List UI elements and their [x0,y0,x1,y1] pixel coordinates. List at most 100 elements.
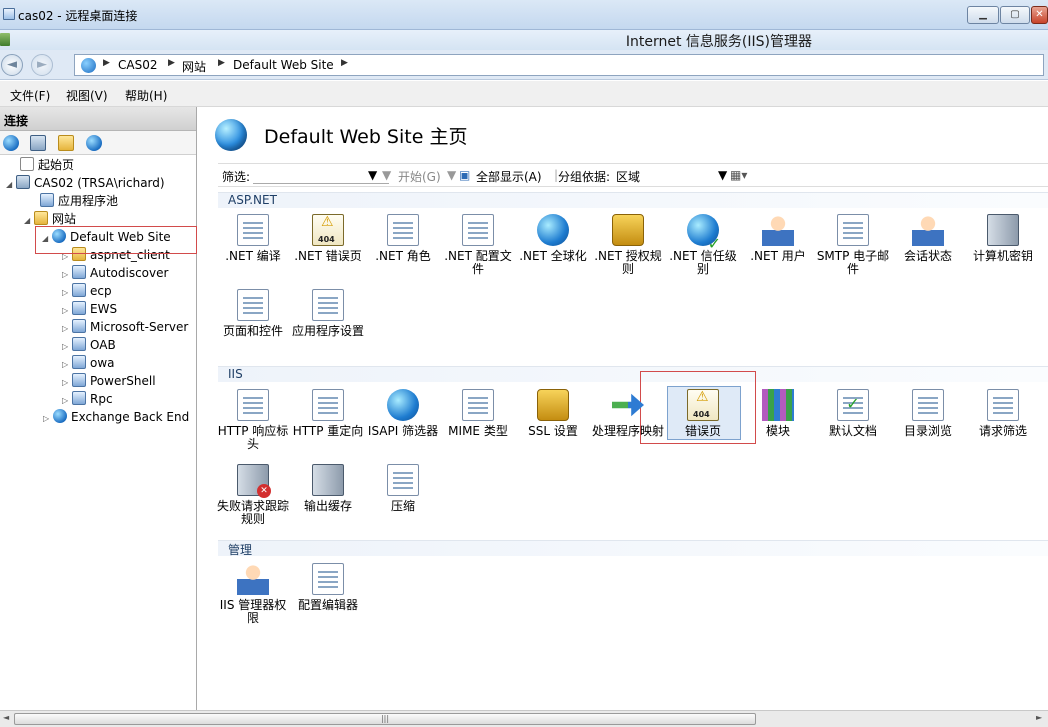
globalization-icon [537,214,569,246]
feature-failed-request-tracing[interactable]: 失败请求跟踪规则 [215,464,291,526]
feature-ssl-settings[interactable]: SSL 设置 [515,389,591,438]
horizontal-scrollbar[interactable]: ◄ ||| ► [0,710,1048,727]
save-icon[interactable] [30,135,46,151]
default-document-icon [837,389,869,421]
tree-item-ecp[interactable]: ▷ ecp [62,282,112,300]
feature-net-roles[interactable]: .NET 角色 [365,214,441,263]
disconnect-icon[interactable] [86,135,102,151]
application-icon [72,319,86,333]
features-pane: Default Web Site 主页 筛选: ▼ ▼ 开始(G) ▼ ▣ 全部… [203,107,1048,710]
feature-mime-types[interactable]: MIME 类型 [440,389,516,438]
feature-application-settings[interactable]: 应用程序设置 [290,289,366,338]
breadcrumb-cas02[interactable]: CAS02 [118,58,157,72]
server-icon [16,175,30,189]
feature-net-profile[interactable]: .NET 配置文件 [440,214,516,276]
feature-session-state[interactable]: 会话状态 [890,214,966,263]
selection-highlight-box [35,226,197,254]
section-management[interactable]: 管理 [218,540,1048,557]
feature-machine-key[interactable]: 计算机密钥 [965,214,1041,263]
manager-users-icon [237,563,269,595]
connect-icon[interactable] [3,135,19,151]
config-editor-icon [312,563,344,595]
tree-item-autodiscover[interactable]: ▷ Autodiscover [62,264,168,282]
breadcrumb-sites[interactable]: 网站 [182,58,206,75]
roles-icon [387,214,419,246]
close-button[interactable]: ✕ [1031,6,1048,24]
feature-directory-browsing[interactable]: 目录浏览 [890,389,966,438]
tree-item-app-pools[interactable]: 应用程序池 [30,192,118,210]
breadcrumb-default-web-site[interactable]: Default Web Site [233,58,334,72]
breadcrumb-separator-icon: ▶ [341,58,348,68]
back-button[interactable]: ◄ [1,54,23,76]
globe-icon [81,58,96,73]
feature-handler-mappings[interactable]: 处理程序映射 [590,389,666,438]
section-aspnet[interactable]: ASP.NET [218,192,1048,208]
start-filter-button[interactable]: 开始(G) [398,168,441,185]
show-all-button[interactable]: 全部显示(A) [476,168,542,185]
feature-http-redirect[interactable]: HTTP 重定向 [290,389,366,438]
scroll-left-icon[interactable]: ◄ [3,713,9,722]
feature-modules[interactable]: 模块 [740,389,816,438]
pages-icon [237,289,269,321]
feature-smtp-email[interactable]: SMTP 电子邮件 [815,214,891,276]
feature-net-users[interactable]: .NET 用户 [740,214,816,263]
menu-help[interactable]: 帮助(H) [125,87,167,104]
settings-list-icon [312,289,344,321]
forward-button[interactable]: ► [31,54,53,76]
feature-isapi-filters[interactable]: ISAPI 筛选器 [365,389,441,438]
menu-file[interactable]: 文件(F) [10,87,50,104]
group-by-select[interactable]: 区域 [616,168,640,185]
filter-toolbar: 筛选: ▼ ▼ 开始(G) ▼ ▣ 全部显示(A) | 分组依据: 区域 ▼ ▦… [218,163,1048,187]
group-by-dropdown-icon[interactable]: ▼ [718,168,727,182]
collapse-arrow-icon: ◢ [6,180,13,189]
feature-error-pages[interactable]: 错误页 [665,389,741,438]
application-icon [72,391,86,405]
menu-bar: 文件(F) 视图(V) 帮助(H) [0,81,1048,107]
tree-item-server[interactable]: ◢ CAS02 (TRSA\richard) [6,174,165,192]
tree-item-microsoft-server[interactable]: ▷ Microsoft-Server [62,318,188,336]
tree-item-ews[interactable]: ▷ EWS [62,300,117,318]
tree-item-owa[interactable]: ▷ owa [62,354,115,372]
tree-item-start-page[interactable]: 起始页 [10,156,74,174]
machine-key-icon [987,214,1019,246]
maximize-button[interactable]: ▢ [1000,6,1030,24]
section-iis[interactable]: IIS [218,366,1048,382]
minimize-button[interactable]: ▁ [967,6,999,24]
feature-output-caching[interactable]: 输出缓存 [290,464,366,513]
start-dropdown-icon[interactable]: ▼ [447,168,456,182]
feature-request-filtering[interactable]: 请求筛选 [965,389,1041,438]
tree-item-powershell[interactable]: ▷ PowerShell [62,372,156,390]
feature-net-authorization-rules[interactable]: .NET 授权规则 [590,214,666,276]
tree-item-oab[interactable]: ▷ OAB [62,336,116,354]
tree-item-rpc[interactable]: ▷ Rpc [62,390,113,408]
headers-icon [237,389,269,421]
handler-arrow-icon [612,393,644,417]
feature-http-response-headers[interactable]: HTTP 响应标头 [215,389,291,451]
feature-iis-manager-permissions[interactable]: IIS 管理器权限 [215,563,291,625]
trust-globe-icon [687,214,721,250]
feature-net-trust-levels[interactable]: .NET 信任级别 [665,214,741,276]
address-box[interactable]: ▶ CAS02 ▶ 网站 ▶ Default Web Site ▶ [74,54,1044,76]
scroll-right-icon[interactable]: ► [1036,713,1042,722]
application-icon [72,301,86,315]
expand-arrow-icon: ▷ [43,414,50,423]
filter-dropdown-icon[interactable]: ▼ [368,168,377,182]
view-mode-icon[interactable]: ▦▾ [730,168,747,182]
menu-view[interactable]: 视图(V) [66,87,108,104]
feature-net-error-pages[interactable]: .NET 错误页 [290,214,366,263]
feature-pages-and-controls[interactable]: 页面和控件 [215,289,291,338]
application-icon [72,355,86,369]
feature-configuration-editor[interactable]: 配置编辑器 [290,563,366,612]
up-level-icon[interactable] [58,135,74,151]
profile-icon [462,214,494,246]
application-icon [72,283,86,297]
group-by-label: 分组依据: [558,170,611,184]
feature-net-compilation[interactable]: .NET 编译 [215,214,291,263]
iis-app-icon [0,33,10,46]
feature-net-globalization[interactable]: .NET 全球化 [515,214,591,263]
scroll-thumb[interactable]: ||| [14,713,756,725]
feature-default-document[interactable]: 默认文档 [815,389,891,438]
feature-compression[interactable]: 压缩 [365,464,441,513]
tree-item-exchange-back-end[interactable]: ▷ Exchange Back End [43,408,189,426]
failed-request-icon [237,464,271,498]
